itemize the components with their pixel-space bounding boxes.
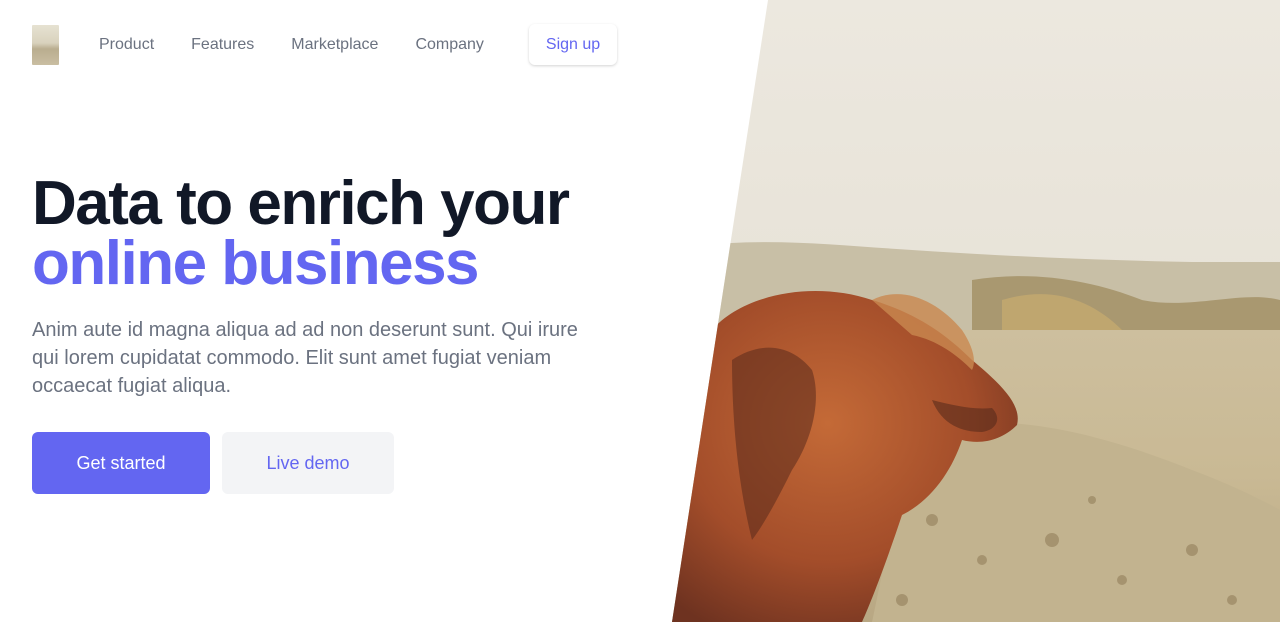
hero-headline-line1: Data to enrich your (32, 169, 570, 238)
live-demo-button[interactable]: Live demo (222, 432, 394, 494)
get-started-button[interactable]: Get started (32, 432, 210, 494)
hero-headline-accent: online business (32, 229, 480, 298)
hero-description: Anim aute id magna aliqua ad ad non dese… (32, 319, 578, 397)
top-nav: Product Features Marketplace Company Sig… (32, 24, 618, 65)
hero-image-highland-cow (672, 0, 1280, 622)
nav-link-company[interactable]: Company (415, 36, 483, 54)
logo-icon[interactable] (32, 24, 59, 65)
sign-up-button[interactable]: Sign up (528, 24, 618, 65)
nav-link-product[interactable]: Product (99, 36, 154, 54)
nav-link-marketplace[interactable]: Marketplace (291, 36, 378, 54)
hero-headline: Data to enrich your online business (32, 169, 570, 298)
nav-link-features[interactable]: Features (191, 36, 254, 54)
landing-page: Product Features Marketplace Company Sig… (0, 0, 1280, 622)
